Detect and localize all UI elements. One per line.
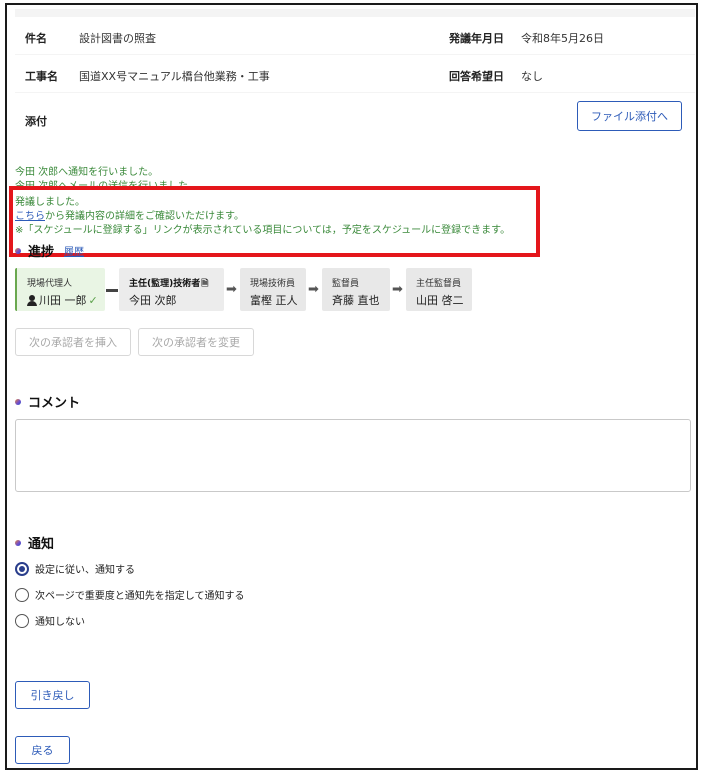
radio-icon[interactable] — [15, 613, 29, 628]
step-name: 斉藤 直也 — [332, 294, 380, 307]
history-link[interactable]: 履歴 — [64, 243, 84, 258]
step-site-agent: 現場代理人 川田 一郎 ✓ — [15, 268, 105, 311]
notify-title: 通知 — [28, 537, 55, 552]
connector-icon — [106, 289, 118, 292]
insert-approver-button[interactable]: 次の承認者を挿入 — [15, 328, 131, 356]
issue-date-label: 発議年月日 — [449, 32, 504, 45]
progress-title: 進捗 — [28, 245, 55, 260]
notify-option-default[interactable]: 設定に従い、通知する — [15, 561, 135, 576]
main-frame: 件名 設計図書の照査 発議年月日 令和8年5月26日 工事名 国道XX号マニュア… — [5, 3, 698, 770]
reply-date-value: なし — [521, 70, 543, 83]
attachment-label: 添付 — [25, 115, 47, 128]
step-site-technician: 現場技術員 富樫 正人 — [240, 268, 306, 311]
step-name: 山田 啓二 — [416, 294, 464, 307]
comment-textarea[interactable] — [15, 419, 691, 492]
step-name: 富樫 正人 — [250, 294, 298, 307]
withdraw-button[interactable]: 引き戻し — [15, 681, 90, 709]
bullet-dot-icon — [15, 247, 21, 254]
step-name: 今田 次郎 — [129, 294, 177, 307]
highlight-box — [9, 186, 540, 257]
info-row-project: 工事名 国道XX号マニュアル橋台他業務・工事 回答希望日 なし — [15, 55, 695, 92]
radio-checked-icon[interactable] — [15, 561, 29, 576]
info-row-subject: 件名 設計図書の照査 発議年月日 令和8年5月26日 — [15, 17, 695, 54]
arrow-right-icon: ➡ — [226, 282, 237, 297]
project-value: 国道XX号マニュアル橋台他業務・工事 — [79, 70, 270, 83]
comment-title: コメント — [28, 396, 81, 411]
radio-icon[interactable] — [15, 587, 29, 602]
step-name: 川田 一郎 ✓ — [27, 292, 98, 308]
change-approver-button[interactable]: 次の承認者を変更 — [138, 328, 254, 356]
progress-heading: 進捗 履歴 — [15, 241, 84, 260]
step-role: 監督員 — [332, 279, 360, 289]
notify-heading: 通知 — [15, 533, 54, 552]
step-role: 現場代理人 — [27, 279, 73, 289]
check-icon: ✓ — [88, 293, 98, 307]
message-notify: 今田 次郎へ通知を行いました。 — [15, 167, 159, 178]
step-chief-supervisor: 主任監督員 山田 啓二 — [406, 268, 472, 311]
step-role: 主任監督員 — [416, 279, 462, 289]
bullet-dot-icon — [15, 539, 21, 546]
step-role: 主任(監理)技術者🗎 — [129, 279, 209, 289]
subject-label: 件名 — [25, 32, 47, 45]
info-table: 件名 設計図書の照査 発議年月日 令和8年5月26日 工事名 国道XX号マニュア… — [15, 9, 695, 139]
user-icon — [27, 294, 37, 306]
reply-date-label: 回答希望日 — [449, 70, 504, 83]
info-row-attachment: 添付 ファイル添付へ — [15, 93, 695, 139]
back-button[interactable]: 戻る — [15, 736, 70, 764]
arrow-right-icon: ➡ — [308, 282, 319, 297]
arrow-right-icon: ➡ — [392, 282, 403, 297]
comment-heading: コメント — [15, 392, 80, 411]
document-icon: 🗎 — [201, 279, 209, 289]
issue-date-value: 令和8年5月26日 — [521, 32, 604, 45]
step-chief-engineer: 主任(監理)技術者🗎 今田 次郎 — [119, 268, 224, 311]
bullet-dot-icon — [15, 398, 21, 405]
file-attach-button[interactable]: ファイル添付へ — [577, 101, 682, 131]
notify-option-none[interactable]: 通知しない — [15, 613, 85, 628]
step-supervisor: 監督員 斉藤 直也 — [322, 268, 390, 311]
subject-value: 設計図書の照査 — [79, 32, 156, 45]
step-role: 現場技術員 — [250, 279, 296, 289]
notify-option-specify[interactable]: 次ページで重要度と通知先を指定して通知する — [15, 587, 245, 602]
project-label: 工事名 — [25, 70, 58, 83]
